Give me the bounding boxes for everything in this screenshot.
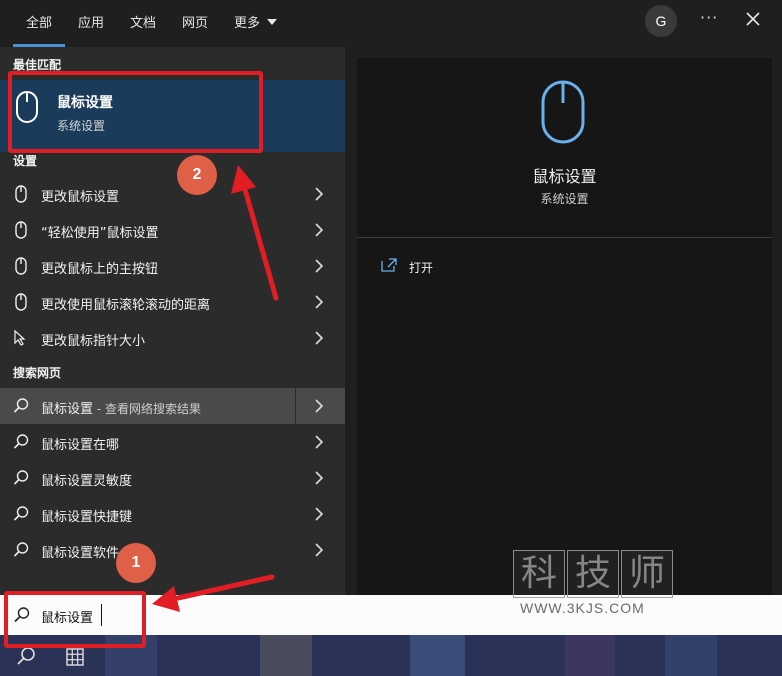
list-item-label: 鼠标设置灵敏度	[41, 474, 133, 489]
list-item[interactable]: 鼠标设置灵敏度	[0, 460, 345, 496]
list-item[interactable]: 鼠标设置软件	[0, 532, 345, 568]
annotation-badge-2: 2	[177, 155, 217, 195]
taskbar-search-icon[interactable]	[16, 646, 36, 666]
list-item[interactable]: 鼠标设置快捷键	[0, 496, 345, 532]
chevron-right-icon[interactable]	[313, 398, 325, 414]
watermark-char: 科	[513, 550, 565, 598]
user-avatar[interactable]: G	[645, 5, 677, 37]
chevron-right-icon[interactable]	[313, 470, 325, 486]
tab-all[interactable]: 全部	[26, 12, 52, 31]
detail-subtitle: 系统设置	[540, 192, 589, 206]
chevron-right-icon[interactable]	[313, 222, 325, 238]
list-item-label: 更改鼠标上的主按钮	[41, 262, 159, 277]
chevron-right-icon[interactable]	[313, 434, 325, 450]
search-icon	[13, 398, 29, 413]
annotation-highlight-search	[4, 591, 146, 648]
tab-documents[interactable]: 文档	[130, 12, 156, 31]
list-item[interactable]: 更改鼠标指针大小	[0, 320, 345, 356]
taskbar-background	[565, 635, 615, 676]
list-item[interactable]: 鼠标设置 - 查看网络搜索结果	[0, 388, 345, 424]
more-options-button[interactable]: ···	[700, 8, 718, 27]
chevron-right-icon[interactable]	[313, 294, 325, 310]
taskbar-background	[410, 635, 465, 676]
web-query-hint: - 查看网络搜索结果	[93, 402, 201, 416]
mouse-icon	[15, 221, 27, 239]
list-item-label: “轻松使用”鼠标设置	[41, 226, 159, 241]
search-icon	[13, 470, 29, 485]
annotation-badge-1: 1	[116, 543, 156, 583]
list-item-label: 鼠标设置 - 查看网络搜索结果	[41, 398, 201, 417]
list-item-label: 鼠标设置快捷键	[41, 510, 133, 525]
annotation-highlight-best-match	[8, 71, 263, 153]
chevron-right-icon[interactable]	[313, 186, 325, 202]
search-icon	[13, 542, 29, 557]
divider	[357, 237, 772, 238]
list-item-label: 鼠标设置在哪	[41, 438, 120, 453]
mouse-pointer-icon	[14, 329, 26, 346]
tab-web[interactable]: 网页	[182, 12, 208, 31]
mouse-icon	[15, 293, 27, 311]
chevron-right-icon[interactable]	[313, 542, 325, 558]
list-item-label: 更改鼠标设置	[41, 190, 120, 205]
open-action[interactable]: 打开	[409, 259, 433, 276]
list-item[interactable]: 更改鼠标上的主按钮	[0, 248, 345, 284]
list-item-label: 更改使用鼠标滚轮滚动的距离	[41, 298, 211, 313]
mouse-icon	[15, 257, 27, 275]
section-web: 搜索网页	[13, 366, 62, 380]
list-item[interactable]: 鼠标设置在哪	[0, 424, 345, 460]
list-item[interactable]: 更改使用鼠标滚轮滚动的距离	[0, 284, 345, 320]
list-item[interactable]: 更改鼠标设置	[0, 176, 345, 212]
search-icon	[13, 434, 29, 449]
taskbar-background	[260, 635, 312, 676]
divider	[295, 388, 296, 424]
close-button[interactable]	[742, 8, 764, 30]
web-query: 鼠标设置	[41, 402, 94, 417]
detail-title: 鼠标设置	[532, 167, 597, 186]
close-icon	[746, 12, 760, 26]
taskbar-background	[665, 635, 717, 676]
chevron-right-icon[interactable]	[313, 258, 325, 274]
tab-more[interactable]: 更多	[234, 12, 278, 31]
watermark-char: 技	[567, 550, 619, 598]
list-item-label: 鼠标设置软件	[41, 546, 120, 561]
mouse-icon	[15, 185, 27, 203]
tab-apps[interactable]: 应用	[78, 12, 104, 31]
list-item[interactable]: “轻松使用”鼠标设置	[0, 212, 345, 248]
task-view-icon[interactable]	[66, 648, 84, 666]
chevron-down-icon	[267, 19, 278, 25]
watermark-char: 师	[621, 550, 673, 598]
watermark-url: WWW.3KJS.COM	[520, 600, 645, 616]
section-settings: 设置	[13, 154, 38, 168]
open-icon[interactable]	[381, 258, 397, 272]
tab-more-label: 更多	[234, 16, 261, 31]
list-item-label: 更改鼠标指针大小	[41, 334, 146, 349]
mouse-icon	[541, 80, 585, 144]
search-icon	[13, 506, 29, 521]
chevron-right-icon[interactable]	[313, 330, 325, 346]
chevron-right-icon[interactable]	[313, 506, 325, 522]
